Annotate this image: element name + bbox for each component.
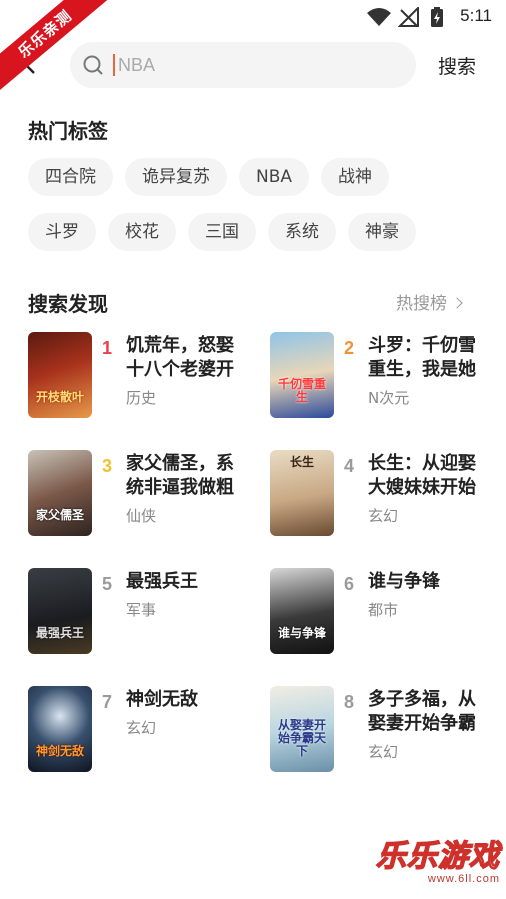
tag-chip[interactable]: 三国	[188, 213, 256, 251]
search-icon	[83, 55, 103, 75]
battery-charging-icon	[431, 7, 443, 27]
tag-chip[interactable]: NBA	[239, 158, 310, 196]
watermark: 乐乐游戏 www.6ll.com	[375, 831, 500, 885]
wifi-icon	[367, 8, 391, 26]
book-title: 神剑无敌	[126, 689, 198, 710]
tag-row: 斗罗 校花 三国 系统 神豪	[28, 213, 488, 251]
book-genre: 玄幻	[126, 719, 157, 737]
discover-title: 搜索发现	[28, 292, 108, 316]
book-cover: 谁与争锋	[270, 568, 334, 654]
book-item[interactable]: 最强兵王 5 最强兵王 军事	[28, 568, 258, 660]
rank-number: 8	[344, 692, 355, 712]
rank-number: 3	[102, 456, 113, 476]
book-genre: 玄幻	[368, 507, 399, 525]
tag-chip[interactable]: 诡异复苏	[125, 158, 227, 196]
no-signal-icon	[398, 7, 419, 27]
tag-chip[interactable]: 战神	[321, 158, 390, 196]
cover-text: 神剑无敌	[35, 744, 84, 758]
cover-text: 谁与争锋	[277, 626, 326, 640]
tag-chip[interactable]: 校花	[108, 213, 176, 251]
book-cover: 长生	[270, 450, 334, 536]
rank-number: 1	[102, 338, 113, 358]
book-item[interactable]: 千仞雪重生 2 斗罗：千仞雪重生，我是她 N次元	[270, 332, 500, 424]
search-button[interactable]: 搜索	[438, 52, 476, 79]
book-title: 家父儒圣，系统非逼我做粗	[126, 453, 234, 498]
rank-number: 7	[102, 692, 113, 712]
hot-list-label: 热搜榜	[396, 294, 447, 314]
chevron-right-icon	[451, 297, 463, 309]
tag-chip[interactable]: 神豪	[348, 213, 416, 251]
book-title: 多子多福，从娶妻开始争霸	[368, 689, 476, 734]
book-genre: 玄幻	[368, 743, 399, 761]
book-title: 长生：从迎娶大嫂妹妹开始	[368, 453, 476, 498]
hot-tags: 四合院 诡异复苏 NBA 战神 斗罗 校花 三国 系统 神豪	[28, 158, 488, 268]
book-genre: 历史	[126, 389, 157, 407]
rank-number: 6	[344, 574, 355, 594]
book-cover: 家父儒圣	[28, 450, 92, 536]
tag-chip[interactable]: 系统	[268, 213, 336, 251]
rank-number: 2	[344, 338, 355, 358]
cover-text: 长生	[289, 455, 314, 469]
book-genre: N次元	[368, 389, 410, 407]
book-item[interactable]: 从娶妻开始争霸天下 8 多子多福，从娶妻开始争霸 玄幻	[270, 686, 500, 778]
search-placeholder: NBA	[118, 55, 156, 75]
book-genre: 都市	[368, 601, 399, 619]
search-input[interactable]: NBA	[70, 42, 416, 88]
book-cover: 开枝散叶	[28, 332, 92, 418]
book-title: 斗罗：千仞雪重生，我是她	[368, 335, 476, 380]
cover-text: 从娶妻开始争霸天下	[277, 718, 326, 758]
book-cover: 神剑无敌	[28, 686, 92, 772]
book-title: 饥荒年，怒娶十八个老婆开	[126, 335, 234, 380]
text-cursor	[113, 54, 115, 76]
book-genre: 仙侠	[126, 507, 157, 525]
cover-text: 开枝散叶	[35, 390, 84, 404]
tag-chip[interactable]: 斗罗	[28, 213, 96, 251]
tag-row: 四合院 诡异复苏 NBA 战神	[28, 158, 488, 196]
hot-list-link[interactable]: 热搜榜	[396, 289, 463, 314]
book-item[interactable]: 开枝散叶 1 饥荒年，怒娶十八个老婆开 历史	[28, 332, 258, 424]
rank-number: 5	[102, 574, 113, 594]
hot-tags-title: 热门标签	[28, 119, 108, 143]
cover-text: 最强兵王	[35, 626, 84, 640]
status-time: 5:11	[460, 6, 492, 25]
book-cover: 最强兵王	[28, 568, 92, 654]
book-item[interactable]: 神剑无敌 7 神剑无敌 玄幻	[28, 686, 258, 778]
watermark-logo: 乐乐游戏	[375, 838, 500, 874]
book-cover: 从娶妻开始争霸天下	[270, 686, 334, 772]
cover-text: 千仞雪重生	[277, 377, 326, 404]
book-title: 谁与争锋	[368, 571, 440, 592]
search-row: NBA 搜索	[0, 42, 506, 88]
book-item[interactable]: 长生 4 长生：从迎娶大嫂妹妹开始 玄幻	[270, 450, 500, 542]
book-cover: 千仞雪重生	[270, 332, 334, 418]
cover-text: 家父儒圣	[35, 508, 84, 522]
rank-number: 4	[344, 456, 355, 476]
book-item[interactable]: 谁与争锋 6 谁与争锋 都市	[270, 568, 500, 660]
book-item[interactable]: 家父儒圣 3 家父儒圣，系统非逼我做粗 仙侠	[28, 450, 258, 542]
book-title: 最强兵王	[126, 571, 198, 592]
tag-chip[interactable]: 四合院	[28, 158, 113, 196]
book-genre: 军事	[126, 601, 157, 619]
